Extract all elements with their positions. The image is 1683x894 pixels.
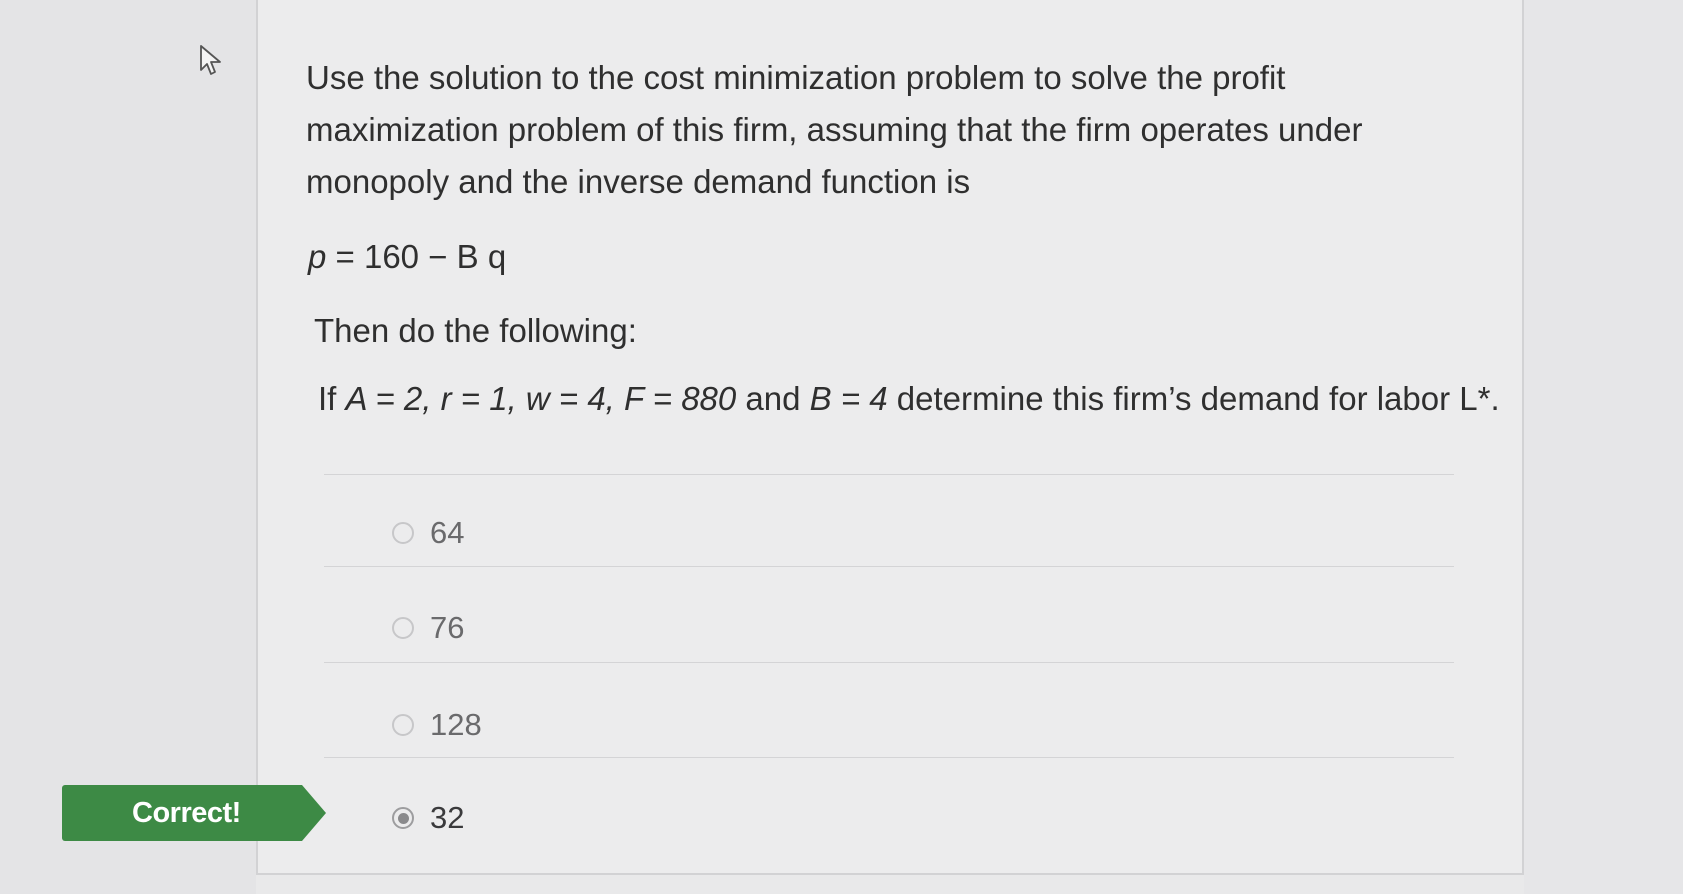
badge-arrow (302, 785, 326, 841)
formula-lhs: p (308, 238, 327, 275)
radio-button-icon[interactable] (392, 617, 414, 639)
radio-button-icon[interactable] (392, 714, 414, 736)
prompt-param-b: B = 4 (809, 380, 888, 417)
answer-label: 64 (430, 515, 465, 550)
answer-divider (324, 566, 1454, 567)
formula-rhs: = 160 − B q (326, 238, 507, 275)
correct-feedback-badge: Correct! (62, 785, 326, 841)
left-gutter (0, 0, 256, 894)
instruction-text: Then do the following: (314, 312, 637, 349)
mouse-pointer-icon (200, 45, 221, 75)
right-gutter (1524, 0, 1683, 894)
answer-label: 128 (430, 707, 482, 742)
answer-label: 76 (430, 610, 465, 645)
radio-button-icon[interactable] (392, 807, 414, 829)
demand-formula: p = 160 − B q (308, 238, 506, 276)
answers-divider-top (324, 474, 1454, 475)
answer-divider (324, 662, 1454, 663)
question-text: Use the solution to the cost minimizatio… (306, 59, 1363, 200)
answer-option-4[interactable]: 32 (392, 798, 464, 838)
prompt-prefix: If (318, 380, 346, 417)
answer-option-2[interactable]: 76 (392, 608, 464, 648)
correct-label: Correct! (132, 797, 241, 829)
answer-option-3[interactable]: 128 (392, 705, 482, 745)
prompt-text: If A = 2, r = 1, w = 4, F = 880 and B = … (318, 380, 1500, 418)
prompt-suffix: determine this firm’s demand for labor L… (887, 380, 1500, 417)
answer-option-1[interactable]: 64 (392, 513, 464, 553)
radio-button-icon[interactable] (392, 522, 414, 544)
prompt-params: A = 2, r = 1, w = 4, F = 880 (345, 380, 737, 417)
answer-label: 32 (430, 800, 465, 835)
prompt-middle: and (736, 380, 810, 417)
radio-selected-dot (397, 812, 409, 824)
answer-divider (324, 757, 1454, 758)
